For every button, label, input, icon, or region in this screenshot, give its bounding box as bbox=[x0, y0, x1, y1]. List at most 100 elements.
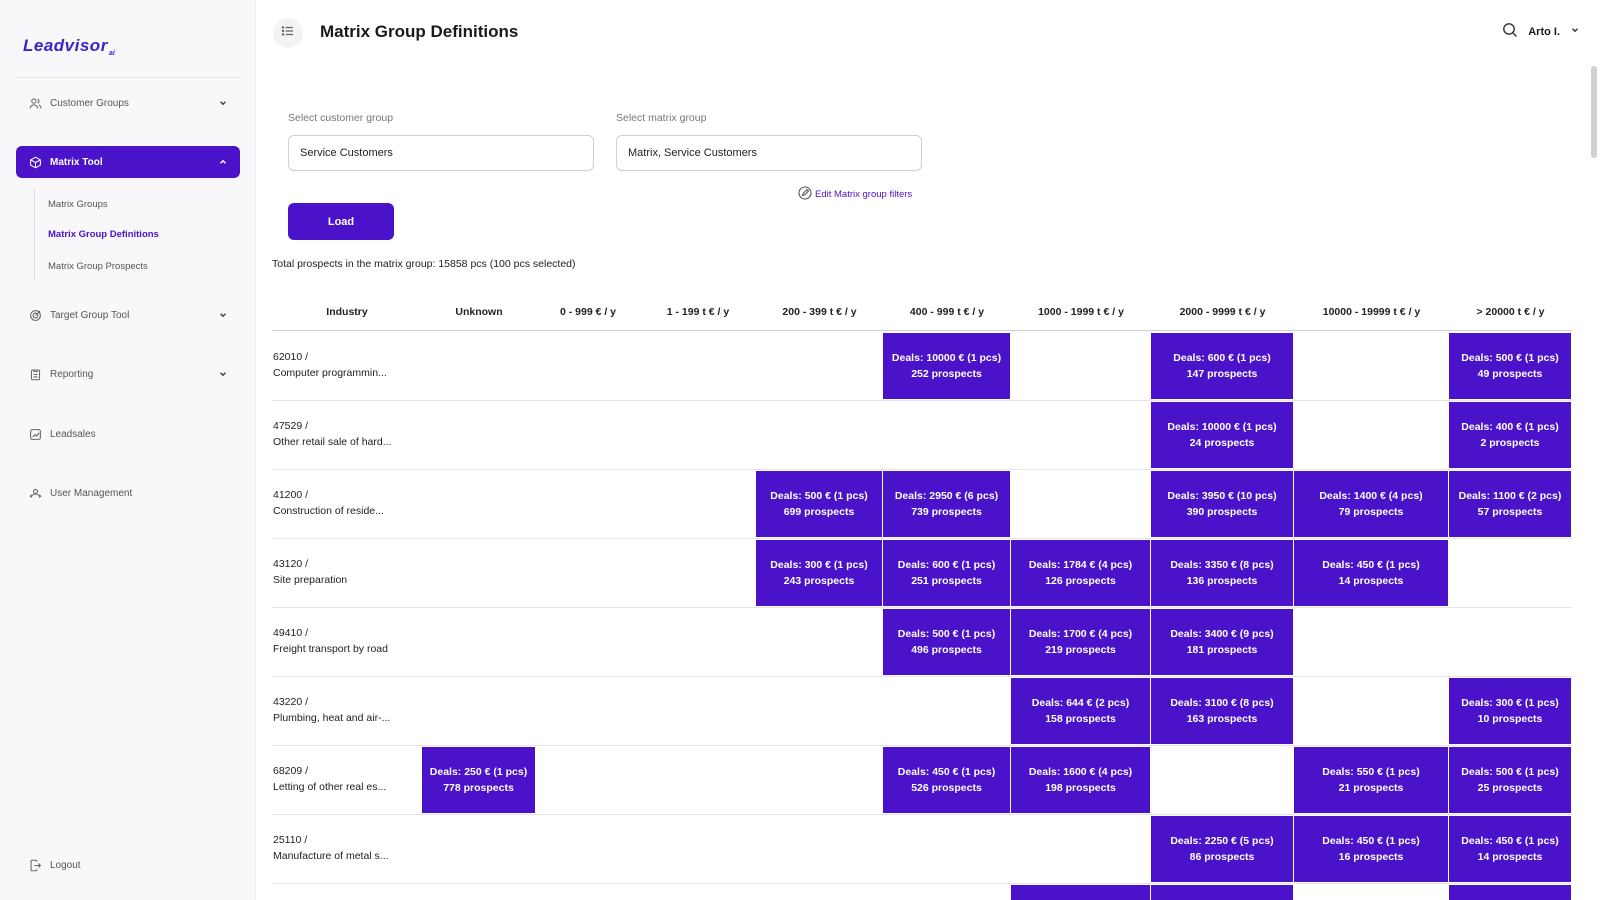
matrix-cell[interactable]: Deals: 300 € (1 pcs) 10 prospects bbox=[1449, 678, 1571, 744]
matrix-cell[interactable]: Deals: 2250 € (5 pcs) 86 prospects bbox=[1151, 816, 1293, 882]
matrix-cell[interactable]: Deals: 644 € (2 pcs) 158 prospects bbox=[1011, 678, 1150, 744]
cell-deals: Deals: 1400 € (4 pcs) bbox=[1319, 490, 1423, 502]
row-divider bbox=[272, 469, 1572, 470]
sidebar-item-reporting[interactable]: Reporting bbox=[16, 358, 240, 390]
industry-name: Freight transport by road bbox=[273, 643, 388, 655]
cell-deals: Deals: 550 € (1 pcs) bbox=[1322, 766, 1420, 778]
user-name[interactable]: Arto I. bbox=[1528, 26, 1560, 38]
chevron-down-icon[interactable] bbox=[1570, 25, 1580, 38]
cell-prospects: 526 prospects bbox=[911, 782, 982, 794]
matrix-cell[interactable]: Deals: 600 € (1 pcs) 251 prospects bbox=[883, 540, 1010, 606]
matrix-cell[interactable]: Deals: 550 € (1 pcs) 21 prospects bbox=[1294, 747, 1448, 813]
scrollbar-thumb[interactable] bbox=[1591, 66, 1597, 158]
cell-deals: Deals: 1784 € (4 pcs) bbox=[1028, 559, 1133, 571]
column-header: 400 - 999 t € / y bbox=[909, 306, 985, 318]
sidebar-item-user-management[interactable]: User Management bbox=[16, 477, 240, 509]
logout-label: Logout bbox=[50, 859, 81, 871]
industry-name: Computer programmin... bbox=[273, 367, 387, 379]
matrix-cell[interactable]: Deals: 500 € (1 pcs) 699 prospects bbox=[756, 471, 882, 537]
column-header: 200 - 399 t € / y bbox=[782, 306, 857, 318]
industry-cell: 47529 / Other retail sale of hard... bbox=[273, 418, 391, 450]
matrix-cell[interactable]: Deals: 450 € (1 pcs) 14 prospects bbox=[1294, 540, 1448, 606]
matrix-cell[interactable]: Deals: 3950 € (10 pcs) 390 prospects bbox=[1151, 471, 1293, 537]
cell-deals: Deals: 10000 € (1 pcs) bbox=[891, 352, 1002, 364]
subnav-item-matrix-group-definitions[interactable]: Matrix Group Definitions bbox=[48, 229, 159, 240]
column-header: 1 - 199 t € / y bbox=[666, 306, 730, 318]
matrix-cell[interactable]: Deals: 300 € (1 pcs) 243 prospects bbox=[756, 540, 882, 606]
cell-deals: Deals: 500 € (1 pcs) bbox=[1461, 352, 1559, 364]
users-icon bbox=[28, 96, 42, 110]
sidebar-item-target-group-tool[interactable]: Target Group Tool bbox=[16, 299, 240, 331]
row-divider bbox=[272, 607, 1572, 608]
matrix-cell[interactable]: Deals: 500 € (1 pcs) 49 prospects bbox=[1449, 333, 1571, 399]
matrix-cell[interactable]: Deals: 600 € (1 pcs) 147 prospects bbox=[1151, 333, 1293, 399]
clipboard-icon bbox=[28, 367, 42, 381]
matrix-cell[interactable]: Deals: 1784 € (4 pcs) 126 prospects bbox=[1011, 540, 1150, 606]
cell-deals: Deals: 600 € (1 pcs) bbox=[897, 559, 996, 571]
matrix-cell[interactable]: Deals: 250 € (1 pcs) 778 prospects bbox=[422, 747, 535, 813]
matrix-cell[interactable]: Deals: 3400 € (9 pcs) 181 prospects bbox=[1151, 609, 1293, 675]
industry-cell: 49410 / Freight transport by road bbox=[273, 625, 388, 657]
sidebar: Leadvisor ai Customer Groups Matrix Tool… bbox=[0, 0, 256, 900]
logo-text: Leadvisor bbox=[23, 36, 108, 55]
matrix-cell[interactable]: Deals: 3350 € (8 pcs) 136 prospects bbox=[1151, 540, 1293, 606]
edit-matrix-filters-link[interactable]: Edit Matrix group filters bbox=[798, 186, 912, 203]
subnav-item-matrix-groups[interactable]: Matrix Groups bbox=[48, 199, 108, 210]
matrix-cell[interactable]: Deals: 500 € (1 pcs) 496 prospects bbox=[883, 609, 1010, 675]
matrix-cell[interactable] bbox=[1151, 885, 1293, 900]
matrix-cell[interactable]: Deals: 1400 € (4 pcs) 79 prospects bbox=[1294, 471, 1448, 537]
search-icon[interactable] bbox=[1502, 22, 1518, 41]
industry-cell: 43220 / Plumbing, heat and air-... bbox=[273, 694, 390, 726]
matrix-cell[interactable] bbox=[1011, 885, 1150, 900]
cell-prospects: 390 prospects bbox=[1186, 506, 1258, 518]
cell-deals: Deals: 3100 € (8 pcs) bbox=[1170, 697, 1274, 709]
menu-toggle-button[interactable] bbox=[273, 18, 303, 48]
sidebar-item-label: Matrix Tool bbox=[50, 156, 103, 168]
logout-button[interactable]: Logout bbox=[16, 849, 240, 881]
industry-code: 25110 / bbox=[273, 834, 308, 846]
matrix-cell[interactable]: Deals: 500 € (1 pcs) 25 prospects bbox=[1449, 747, 1571, 813]
matrix-cell[interactable]: Deals: 450 € (1 pcs) 14 prospects bbox=[1449, 816, 1571, 882]
cell-deals: Deals: 3400 € (9 pcs) bbox=[1170, 628, 1274, 640]
scrollbar-track[interactable] bbox=[1588, 64, 1600, 900]
matrix-cell[interactable]: Deals: 450 € (1 pcs) 16 prospects bbox=[1294, 816, 1448, 882]
cell-deals: Deals: 450 € (1 pcs) bbox=[1322, 835, 1420, 847]
logo-divider bbox=[16, 77, 240, 78]
chevron-up-icon bbox=[218, 157, 228, 167]
cell-deals: Deals: 2250 € (5 pcs) bbox=[1170, 835, 1274, 847]
load-button[interactable]: Load bbox=[288, 203, 394, 240]
cell-deals: Deals: 400 € (1 pcs) bbox=[1461, 421, 1559, 433]
matrix-cell[interactable]: Deals: 3100 € (8 pcs) 163 prospects bbox=[1151, 678, 1293, 744]
industry-name: Construction of reside... bbox=[273, 505, 384, 517]
app-logo[interactable]: Leadvisor ai bbox=[23, 36, 143, 57]
cell-prospects: 14 prospects bbox=[1477, 851, 1543, 863]
sidebar-item-leadsales[interactable]: Leadsales bbox=[16, 418, 240, 450]
matrix-cell[interactable]: Deals: 450 € (1 pcs) 526 prospects bbox=[883, 747, 1010, 813]
matrix-group-select[interactable]: Matrix, Service Customers bbox=[616, 135, 922, 171]
column-header: 1000 - 1999 t € / y bbox=[1038, 306, 1124, 318]
cell-prospects: 14 prospects bbox=[1338, 575, 1404, 587]
matrix-cell[interactable]: Deals: 10000 € (1 pcs) 252 prospects bbox=[883, 333, 1010, 399]
cell-prospects: 198 prospects bbox=[1045, 782, 1116, 794]
industry-name: Site preparation bbox=[273, 574, 348, 586]
cell-prospects: 219 prospects bbox=[1045, 644, 1116, 656]
sidebar-item-matrix-tool[interactable]: Matrix Tool bbox=[16, 146, 240, 178]
cell-prospects: 2 prospects bbox=[1480, 437, 1540, 449]
customer-group-select[interactable]: Service Customers bbox=[288, 135, 594, 171]
matrix-cell[interactable]: Deals: 400 € (1 pcs) 2 prospects bbox=[1449, 402, 1571, 468]
industry-name: Other retail sale of hard... bbox=[273, 436, 392, 448]
sidebar-item-customer-groups[interactable]: Customer Groups bbox=[16, 87, 240, 119]
cell-deals: Deals: 10000 € (1 pcs) bbox=[1167, 421, 1277, 433]
matrix-cell[interactable]: Deals: 2950 € (6 pcs) 739 prospects bbox=[883, 471, 1010, 537]
matrix-cell[interactable]: Deals: 1600 € (4 pcs) 198 prospects bbox=[1011, 747, 1150, 813]
matrix-cell[interactable]: Deals: 10000 € (1 pcs) 24 prospects bbox=[1151, 402, 1293, 468]
cell-deals: Deals: 2950 € (6 pcs) bbox=[894, 490, 999, 502]
cell-prospects: 163 prospects bbox=[1186, 713, 1258, 725]
cell-prospects: 252 prospects bbox=[911, 368, 982, 380]
subnav-item-matrix-group-prospects[interactable]: Matrix Group Prospects bbox=[48, 261, 148, 272]
cell-prospects: 251 prospects bbox=[911, 575, 982, 587]
matrix-cell[interactable]: Deals: 1100 € (2 pcs) 57 prospects bbox=[1449, 471, 1571, 537]
matrix-cell[interactable]: Deals: 1700 € (4 pcs) 219 prospects bbox=[1011, 609, 1150, 675]
cell-prospects: 57 prospects bbox=[1477, 506, 1543, 518]
matrix-cell[interactable] bbox=[1449, 885, 1571, 900]
